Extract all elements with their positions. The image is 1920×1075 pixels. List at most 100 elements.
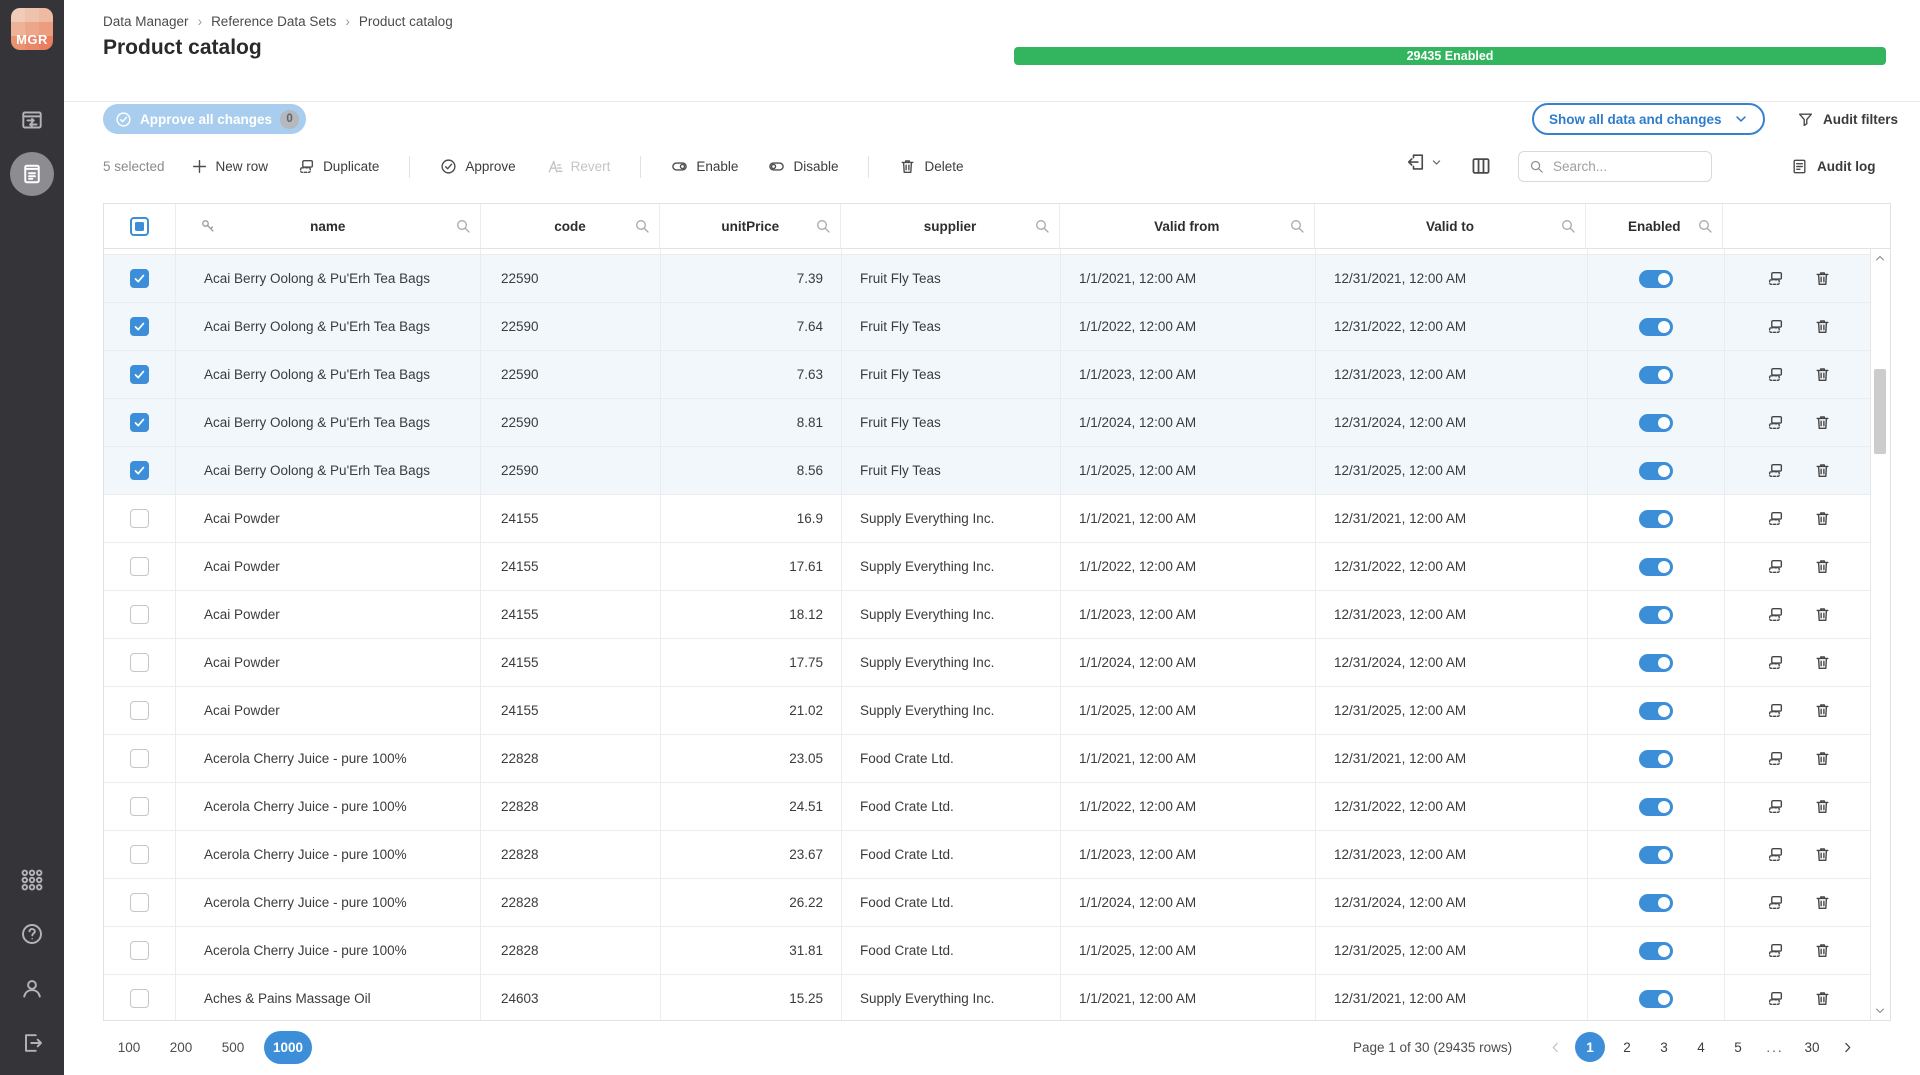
row-delete-button[interactable] (1814, 750, 1831, 767)
page-button-3[interactable]: 3 (1649, 1032, 1679, 1062)
enabled-toggle[interactable] (1639, 414, 1673, 432)
row-checkbox[interactable] (130, 941, 149, 960)
sidebar-item-user[interactable] (20, 977, 44, 1001)
sidebar-item-data-transfer[interactable] (20, 108, 44, 132)
page-button-1[interactable]: 1 (1575, 1032, 1605, 1062)
row-checkbox[interactable] (130, 797, 149, 816)
action-revert-button[interactable]: Revert (546, 158, 611, 175)
row-delete-button[interactable] (1814, 462, 1831, 479)
enabled-toggle[interactable] (1639, 366, 1673, 384)
row-checkbox[interactable] (130, 989, 149, 1008)
select-all-checkbox[interactable] (130, 217, 149, 236)
row-checkbox[interactable] (130, 845, 149, 864)
scroll-up-button[interactable] (1874, 252, 1886, 264)
row-duplicate-button[interactable] (1767, 558, 1784, 575)
enabled-toggle[interactable] (1639, 702, 1673, 720)
row-checkbox[interactable] (130, 365, 149, 384)
page-size-1000[interactable]: 1000 (264, 1031, 312, 1064)
enabled-toggle[interactable] (1639, 558, 1673, 576)
row-checkbox[interactable] (130, 653, 149, 672)
row-checkbox[interactable] (130, 701, 149, 720)
enabled-toggle[interactable] (1639, 270, 1673, 288)
column-search-icon[interactable] (634, 218, 650, 234)
enabled-toggle[interactable] (1639, 606, 1673, 624)
row-delete-button[interactable] (1814, 990, 1831, 1007)
page-size-100[interactable]: 100 (108, 1031, 150, 1064)
row-duplicate-button[interactable] (1767, 270, 1784, 287)
enabled-toggle[interactable] (1639, 942, 1673, 960)
breadcrumb-item-product-catalog[interactable]: Product catalog (359, 14, 453, 29)
sidebar-item-product-catalog-active[interactable] (10, 152, 54, 196)
approve-all-changes-button[interactable]: Approve all changes 0 (103, 104, 306, 134)
column-header-supplier[interactable]: supplier (841, 204, 1060, 248)
action-duplicate-button[interactable]: Duplicate (298, 158, 379, 175)
row-duplicate-button[interactable] (1767, 366, 1784, 383)
row-checkbox[interactable] (130, 605, 149, 624)
row-checkbox[interactable] (130, 557, 149, 576)
row-checkbox[interactable] (130, 269, 149, 288)
row-delete-button[interactable] (1814, 270, 1831, 287)
row-delete-button[interactable] (1814, 510, 1831, 527)
search-input[interactable] (1551, 158, 1701, 175)
row-duplicate-button[interactable] (1767, 318, 1784, 335)
column-header-code[interactable]: code (481, 204, 661, 248)
row-duplicate-button[interactable] (1767, 702, 1784, 719)
page-size-200[interactable]: 200 (160, 1031, 202, 1064)
row-duplicate-button[interactable] (1767, 510, 1784, 527)
action-enable-button[interactable]: Enable (671, 158, 738, 175)
row-checkbox[interactable] (130, 317, 149, 336)
row-delete-button[interactable] (1814, 318, 1831, 335)
enabled-toggle[interactable] (1639, 510, 1673, 528)
enabled-toggle[interactable] (1639, 798, 1673, 816)
column-header-price[interactable]: unitPrice (660, 204, 841, 248)
action-approve-button[interactable]: Approve (440, 158, 515, 175)
row-duplicate-button[interactable] (1767, 462, 1784, 479)
row-checkbox[interactable] (130, 461, 149, 480)
row-duplicate-button[interactable] (1767, 750, 1784, 767)
sidebar-item-apps[interactable] (20, 868, 44, 892)
column-header-name[interactable]: name (176, 204, 481, 248)
row-delete-button[interactable] (1814, 606, 1831, 623)
scrollbar-thumb[interactable] (1874, 369, 1886, 454)
column-search-icon[interactable] (455, 218, 471, 234)
page-button-5[interactable]: 5 (1723, 1032, 1753, 1062)
row-duplicate-button[interactable] (1767, 798, 1784, 815)
search-box[interactable] (1518, 151, 1712, 182)
sidebar-item-help[interactable] (20, 922, 44, 946)
row-duplicate-button[interactable] (1767, 990, 1784, 1007)
page-size-500[interactable]: 500 (212, 1031, 254, 1064)
audit-filters-button[interactable]: Audit filters (1791, 103, 1904, 135)
action-new-row-button[interactable]: New row (191, 158, 269, 175)
enabled-toggle[interactable] (1639, 654, 1673, 672)
row-delete-button[interactable] (1814, 366, 1831, 383)
action-delete-button[interactable]: Delete (899, 158, 963, 175)
row-duplicate-button[interactable] (1767, 606, 1784, 623)
row-checkbox[interactable] (130, 509, 149, 528)
row-duplicate-button[interactable] (1767, 942, 1784, 959)
previous-page-button[interactable] (1542, 1032, 1568, 1062)
column-header-from[interactable]: Valid from (1060, 204, 1315, 248)
row-delete-button[interactable] (1814, 894, 1831, 911)
row-delete-button[interactable] (1814, 798, 1831, 815)
export-button[interactable] (1406, 152, 1442, 172)
enabled-toggle[interactable] (1639, 750, 1673, 768)
row-duplicate-button[interactable] (1767, 414, 1784, 431)
column-header-to[interactable]: Valid to (1315, 204, 1587, 248)
breadcrumb-item-data-manager[interactable]: Data Manager (103, 14, 189, 29)
next-page-button[interactable] (1834, 1032, 1860, 1062)
enabled-toggle[interactable] (1639, 894, 1673, 912)
column-settings-button[interactable] (1470, 155, 1492, 177)
column-search-icon[interactable] (815, 218, 831, 234)
column-header-enabled[interactable]: Enabled (1586, 204, 1723, 248)
page-button-4[interactable]: 4 (1686, 1032, 1716, 1062)
row-delete-button[interactable] (1814, 846, 1831, 863)
app-logo[interactable]: MGR (11, 8, 53, 50)
enabled-toggle[interactable] (1639, 990, 1673, 1008)
row-duplicate-button[interactable] (1767, 894, 1784, 911)
row-delete-button[interactable] (1814, 654, 1831, 671)
column-search-icon[interactable] (1034, 218, 1050, 234)
column-search-icon[interactable] (1697, 218, 1713, 234)
action-disable-button[interactable]: Disable (768, 158, 838, 175)
show-all-data-dropdown[interactable]: Show all data and changes (1532, 103, 1765, 135)
row-duplicate-button[interactable] (1767, 846, 1784, 863)
